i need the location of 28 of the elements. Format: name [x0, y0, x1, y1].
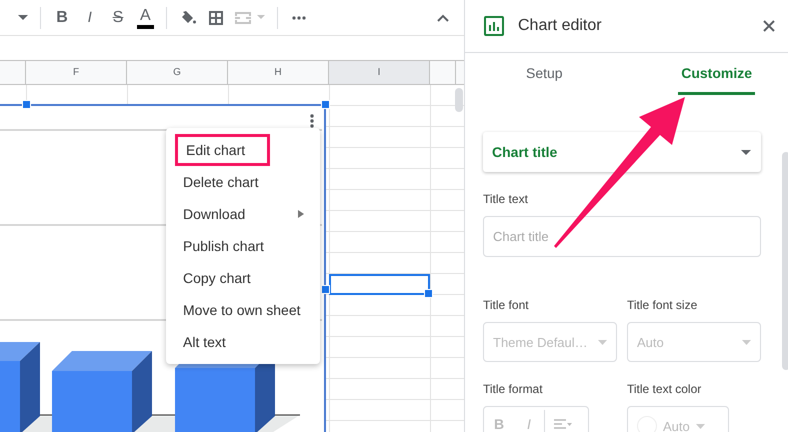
menu-item[interactable]: Alt text [166, 326, 320, 358]
text-color-button[interactable]: A [137, 6, 154, 28]
tab[interactable]: Customize [678, 53, 755, 95]
section-dropdown[interactable]: Chart title [483, 132, 761, 172]
color-dropdown: Auto [627, 406, 729, 432]
menu-item[interactable]: Publish chart [166, 230, 320, 262]
menu-item[interactable]: Move to own sheet [166, 294, 320, 326]
dropdown-field: Theme Defaul… [483, 322, 617, 362]
title-text-field[interactable]: Chart title [483, 216, 761, 257]
field-label: Title format [483, 382, 544, 396]
field-label: Title font [483, 298, 530, 312]
panel-title: Chart editor [518, 17, 603, 35]
field-label: Title text [483, 192, 529, 206]
field-label: Title text color [627, 382, 702, 396]
column-header[interactable]: F [26, 61, 127, 84]
column-header[interactable]: G [127, 61, 228, 84]
tab[interactable]: Setup [523, 53, 566, 95]
menu-item[interactable]: Copy chart [166, 262, 320, 294]
menu-item[interactable]: Delete chart [166, 166, 320, 198]
menu-item-label: Edit chart [186, 142, 246, 158]
strike-button[interactable]: S [105, 4, 131, 32]
column-header[interactable]: I [329, 61, 430, 84]
field-label: Title font size [627, 298, 698, 312]
italic-button[interactable]: I [77, 4, 103, 32]
menu-item[interactable]: Edit chart [175, 134, 270, 166]
bold-button[interactable]: B [49, 4, 75, 32]
menu-item[interactable]: Download [166, 198, 320, 230]
dropdown-field: Auto [627, 322, 761, 362]
